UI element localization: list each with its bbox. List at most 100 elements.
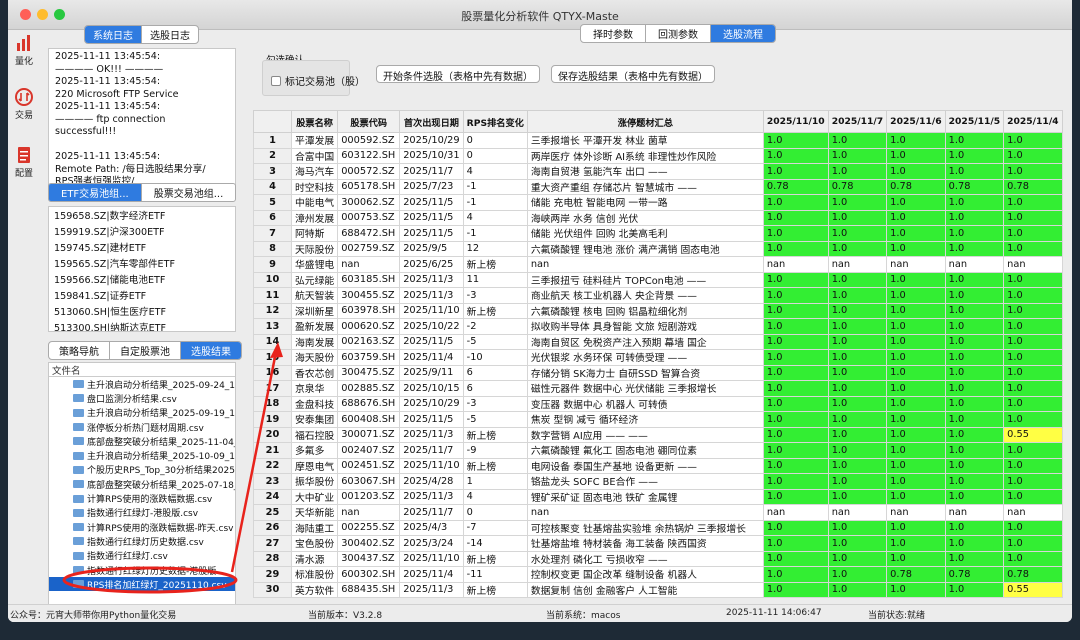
table-cell[interactable]: 1.0 <box>886 302 946 319</box>
table-cell[interactable]: 688435.SH <box>337 581 401 598</box>
file-row[interactable]: 计算RPS使用的涨跌幅数据.csv <box>49 491 235 505</box>
table-cell[interactable]: nan <box>944 256 1005 273</box>
table-cell[interactable]: 300475.SZ <box>337 364 401 381</box>
table-cell[interactable]: 1.0 <box>827 473 888 490</box>
table-cell[interactable]: 0.78 <box>1003 178 1063 195</box>
table-cell[interactable]: -14 <box>462 535 528 552</box>
table-row[interactable]: 1 平潭发展 000592.SZ 2025/10/29 0 三季报增长 平潭开发 林业 菌… <box>253 132 1063 149</box>
table-cell[interactable]: 000753.SZ <box>337 209 401 226</box>
table-cell[interactable]: 海南自贸区 免税资产注入预期 幕墙 国企 <box>526 333 764 350</box>
table-cell[interactable]: 安泰集团 <box>290 411 339 428</box>
table-cell[interactable]: 2025/11/5 <box>399 411 464 428</box>
table-cell[interactable]: 1.0 <box>886 318 946 335</box>
table-cell[interactable]: -9 <box>462 442 528 459</box>
table-cell[interactable]: 2025/10/29 <box>399 132 464 149</box>
tab-timing-params[interactable]: 择时参数 <box>581 25 646 42</box>
table-cell[interactable]: 海南发展 <box>290 333 339 350</box>
table-cell[interactable]: 2025/6/25 <box>399 256 464 273</box>
table-cell[interactable]: 0.78 <box>762 178 829 195</box>
table-cell[interactable]: 2025/10/31 <box>399 147 464 164</box>
table-cell[interactable]: 阿特斯 <box>290 225 339 242</box>
table-cell[interactable]: nan <box>827 256 888 273</box>
table-row[interactable]: 23 振华股份 603067.SH 2025/4/28 1 铬盐龙头 SOFC BE合作 … <box>253 473 1063 490</box>
file-list[interactable]: 文件名 主升浪启动分析结果_2025-09-24_1 盘口监测分析结果.csv 主升… <box>48 362 236 618</box>
table-cell[interactable]: 1.0 <box>886 442 946 459</box>
table-cell[interactable]: 000592.SZ <box>337 132 401 149</box>
file-row[interactable]: 指数通行红绿灯.csv <box>49 549 235 563</box>
table-cell[interactable]: 1.0 <box>944 194 1005 211</box>
file-row[interactable]: 涨停板分析热门题材周期.csv <box>49 420 235 434</box>
table-cell[interactable]: 1.0 <box>762 209 829 226</box>
table-cell[interactable]: 三季报扭亏 硅料硅片 TOPCon电池 —— <box>526 271 764 288</box>
table-cell[interactable]: 1.0 <box>1003 163 1063 180</box>
table-cell[interactable]: 0 <box>462 132 528 149</box>
table-cell[interactable]: 1.0 <box>762 333 829 350</box>
table-cell[interactable]: 1.0 <box>944 271 1005 288</box>
table-cell[interactable]: 锂矿采矿证 固态电池 铁矿 金属锂 <box>526 488 764 505</box>
table-cell[interactable]: 1.0 <box>1003 411 1063 428</box>
table-cell[interactable]: 1.0 <box>944 163 1005 180</box>
table-cell[interactable]: 1.0 <box>944 364 1005 381</box>
table-cell[interactable]: 2025/11/10 <box>399 302 464 319</box>
table-cell[interactable]: 合富中国 <box>290 147 339 164</box>
file-row[interactable]: 底部盘整突破分析结果_2025-07-18_ <box>49 477 235 491</box>
list-item[interactable]: 159566.SZ|储能电池ETF <box>54 273 230 289</box>
table-cell[interactable]: 603067.SH <box>337 473 401 490</box>
table-cell[interactable]: 1.0 <box>1003 535 1063 552</box>
table-cell[interactable]: 300402.SZ <box>337 535 401 552</box>
table-cell[interactable]: -2 <box>462 318 528 335</box>
table-row[interactable]: 21 多氟多 002407.SZ 2025/11/7 -9 六氟磷酸锂 氟化工 固态电池 … <box>253 442 1063 459</box>
table-cell[interactable]: 1.0 <box>944 550 1005 567</box>
table-row[interactable]: 26 海陆重工 002255.SZ 2025/4/3 -7 可控核聚变 钍基熔盐实验堆 余… <box>253 519 1063 536</box>
table-cell[interactable]: 2025/9/5 <box>399 240 464 257</box>
table-cell[interactable]: 新上榜 <box>462 426 528 443</box>
table-cell[interactable]: 时空科技 <box>290 178 339 195</box>
column-header[interactable]: 股票代码 <box>337 110 401 133</box>
table-cell[interactable]: 1.0 <box>1003 333 1063 350</box>
list-item[interactable]: 513060.SH|恒生医疗ETF <box>54 305 230 321</box>
table-cell[interactable]: 1.0 <box>1003 364 1063 381</box>
file-row[interactable]: 盘口监测分析结果.csv <box>49 391 235 405</box>
table-cell[interactable]: 1.0 <box>944 349 1005 366</box>
table-cell[interactable]: 1.0 <box>944 302 1005 319</box>
table-cell[interactable]: 1.0 <box>886 411 946 428</box>
file-row[interactable]: 主升浪启动分析结果_2025-09-19_1 <box>49 406 235 420</box>
table-cell[interactable]: 1.0 <box>1003 225 1063 242</box>
table-cell[interactable]: 1.0 <box>886 132 946 149</box>
table-cell[interactable]: 1.0 <box>762 302 829 319</box>
table-cell[interactable]: -1 <box>462 194 528 211</box>
table-cell[interactable]: nan <box>337 256 401 273</box>
table-cell[interactable]: 新上榜 <box>462 302 528 319</box>
table-cell[interactable]: 0.78 <box>944 566 1005 583</box>
file-row[interactable]: 主升浪启动分析结果_2025-10-09_1 <box>49 448 235 462</box>
table-cell[interactable]: 海峡两岸 水务 信创 光伏 <box>526 209 764 226</box>
table-cell[interactable]: 1.0 <box>886 349 946 366</box>
table-cell[interactable]: 603185.SH <box>337 271 401 288</box>
table-cell[interactable]: 1.0 <box>762 411 829 428</box>
table-cell[interactable]: -1 <box>462 178 528 195</box>
table-cell[interactable]: 储能 充电桩 智能电网 一带一路 <box>526 194 764 211</box>
column-header[interactable]: 涨停题材汇总 <box>526 110 764 133</box>
table-row[interactable]: 5 中能电气 300062.SZ 2025/11/5 -1 储能 充电桩 智能电网 一带一… <box>253 194 1063 211</box>
table-cell[interactable]: 2025/10/29 <box>399 395 464 412</box>
table-cell[interactable]: 300455.SZ <box>337 287 401 304</box>
table-cell[interactable]: 1.0 <box>1003 442 1063 459</box>
list-item[interactable]: 513300.SH|纳斯达克ETF <box>54 321 230 331</box>
mark-pool-checkbox[interactable] <box>271 75 281 86</box>
table-cell[interactable]: 600408.SH <box>337 411 401 428</box>
table-cell[interactable]: 振华股份 <box>290 473 339 490</box>
table-cell[interactable]: 2025/11/3 <box>399 271 464 288</box>
tab-select-result[interactable]: 选股结果 <box>181 342 241 359</box>
table-cell[interactable]: 1.0 <box>762 349 829 366</box>
table-cell[interactable]: 1.0 <box>886 194 946 211</box>
table-cell[interactable]: 2025/11/3 <box>399 287 464 304</box>
tab-strategy-nav[interactable]: 策略导航 <box>49 342 110 359</box>
table-row[interactable]: 17 京泉华 002885.SZ 2025/10/15 6 磁性元器件 数据中心 光伏储能… <box>253 380 1063 397</box>
table-cell[interactable]: 1.0 <box>944 488 1005 505</box>
table-cell[interactable]: 水处理剂 磷化工 亏损收窄 —— <box>526 550 764 567</box>
table-cell[interactable]: 300071.SZ <box>337 426 401 443</box>
table-cell[interactable]: 2025/11/3 <box>399 488 464 505</box>
list-item[interactable]: 159565.SZ|汽车零部件ETF <box>54 257 230 273</box>
table-cell[interactable]: nan <box>1003 256 1063 273</box>
table-cell[interactable]: 拟收购半导体 具身智能 文旅 短剧游戏 <box>526 318 764 335</box>
